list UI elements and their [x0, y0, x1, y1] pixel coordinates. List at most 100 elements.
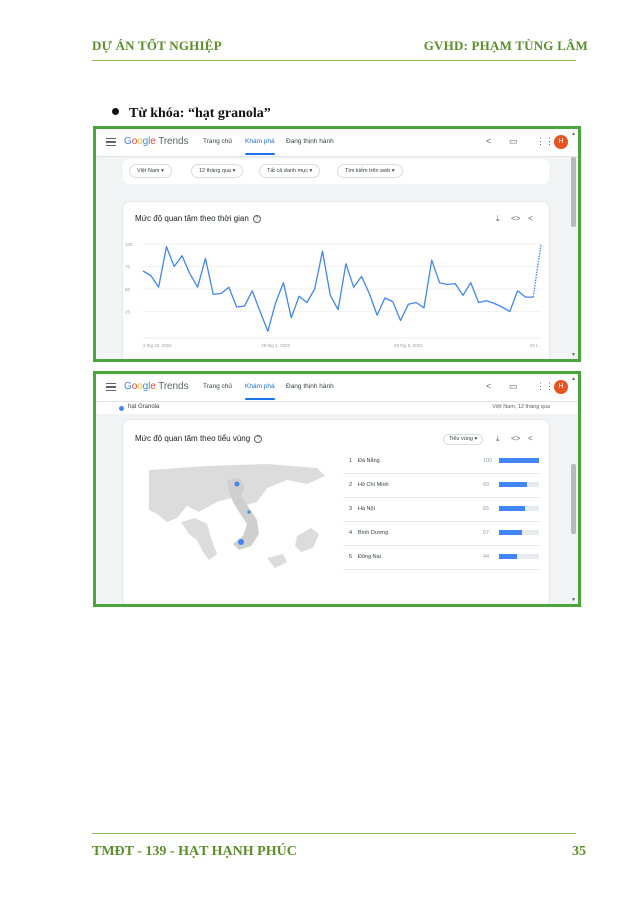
scroll-up-arrow-icon[interactable]: ▲ [571, 131, 576, 137]
caret-down-icon: ▾ [161, 168, 164, 174]
region-rank: 1 [349, 458, 353, 464]
card-title: Mức độ quan tâm theo thời gian? [135, 214, 261, 223]
region-bar [499, 530, 522, 535]
avatar[interactable]: H [554, 135, 568, 149]
search-term[interactable]: hạt Granola [128, 404, 159, 410]
search-term-bar: hạt Granola Việt Nam, 12 tháng qua [96, 402, 578, 414]
region-name: Bình Dương [358, 530, 389, 536]
card-title-text: Mức độ quan tâm theo tiểu vùng [135, 434, 251, 443]
footer-divider [92, 833, 576, 834]
subregion-select-label: Tiểu vùng [449, 436, 473, 442]
search-term-meta: Việt Nam, 12 tháng qua [492, 404, 550, 410]
filter-search-type[interactable]: Tìm kiếm trên web ▾ [337, 164, 403, 178]
help-icon[interactable]: ? [254, 435, 263, 443]
bullet-dot-icon [112, 108, 119, 116]
region-row[interactable]: 4 Bình Dương 57 [343, 522, 539, 546]
card-title: Mức độ quan tâm theo tiểu vùng? [135, 434, 263, 443]
x-tick-label: 24 t... [530, 343, 541, 348]
y-tick-label: 25 [125, 310, 131, 315]
y-tick-label: 50 [125, 287, 131, 292]
region-value: 57 [483, 530, 490, 536]
region-map[interactable] [147, 462, 347, 572]
x-tick-label: 28 thg 5, 2023 [394, 343, 423, 348]
filter-time-label: 12 tháng qua [199, 168, 232, 174]
region-bar-track [499, 506, 539, 511]
scroll-up-arrow-icon[interactable]: ▲ [571, 376, 576, 382]
menu-icon[interactable] [106, 383, 116, 391]
region-row[interactable]: 3 Hà Nội 65 [343, 498, 539, 522]
logo-letter: G [124, 381, 132, 392]
tab-dang-thinh-hanh[interactable]: Đang thịnh hành [286, 138, 334, 145]
avatar[interactable]: H [554, 380, 568, 394]
region-value: 69 [483, 482, 490, 488]
tab-dang-thinh-hanh[interactable]: Đang thịnh hành [286, 383, 334, 390]
tab-trang-chu[interactable]: Trang chủ [203, 383, 232, 390]
interest-by-region-card: Mức độ quan tâm theo tiểu vùng? Tiểu vùn… [123, 420, 549, 604]
region-value: 65 [483, 506, 490, 512]
interest-line-chart: 100 75 50 25 2 thg 10, 2022 29 thg 1, 2023 28 … [125, 242, 542, 348]
share-icon[interactable]: < [486, 381, 491, 391]
interest-over-time-card: Mức độ quan tâm theo thời gian? ⤓ <> < 1… [123, 202, 549, 359]
region-rank: 4 [349, 530, 353, 536]
region-rank: 2 [349, 482, 353, 488]
region-value: 100 [483, 458, 493, 464]
header-divider [92, 60, 576, 61]
logo-word: Trends [158, 381, 189, 392]
filter-bar: Việt Nam ▾ 12 tháng qua ▾ Tất cả danh mụ… [123, 159, 549, 184]
region-rank: 5 [349, 554, 353, 560]
caret-down-icon: ▾ [391, 168, 395, 174]
series-color-dot-icon [119, 406, 124, 411]
apps-grid-icon[interactable]: ⋮⋮ [536, 381, 554, 392]
download-icon[interactable]: ⤓ [496, 214, 500, 224]
region-name: Đà Nẵng [358, 458, 380, 464]
download-icon[interactable]: ⤓ [496, 434, 500, 444]
y-tick-label: 100 [125, 242, 133, 247]
help-icon[interactable]: ? [252, 215, 261, 223]
trends-screenshot-time: Google Trends Trang chủ Khám phá Đang th… [93, 126, 581, 362]
share-icon[interactable]: < [528, 214, 533, 223]
google-trends-logo[interactable]: Google Trends [124, 381, 188, 392]
subregion-select[interactable]: Tiểu vùng ▾ [443, 434, 484, 445]
region-bar [499, 458, 539, 463]
region-name: Đồng Nai [358, 554, 381, 560]
tab-trang-chu[interactable]: Trang chủ [203, 138, 232, 145]
region-bar [499, 482, 527, 487]
embed-icon[interactable]: <> [511, 214, 520, 223]
region-name: Hồ Chí Minh [358, 482, 389, 488]
region-bar-track [499, 554, 539, 559]
feedback-icon[interactable]: ▭ [509, 136, 518, 147]
y-tick-label: 75 [125, 265, 131, 270]
feedback-icon[interactable]: ▭ [509, 381, 518, 392]
filter-category[interactable]: Tất cả danh mục ▾ [259, 164, 321, 178]
region-bar [499, 554, 517, 559]
region-bar [499, 506, 525, 511]
filter-region[interactable]: Việt Nam ▾ [129, 164, 172, 178]
caret-down-icon: ▾ [309, 168, 313, 174]
logo-letter: e [150, 136, 156, 147]
filter-time[interactable]: 12 tháng qua ▾ [191, 164, 244, 178]
page-header-left: DỰ ÁN TỐT NGHIỆP [92, 38, 222, 53]
share-icon[interactable]: < [486, 136, 491, 146]
region-row[interactable]: 5 Đồng Nai 44 [343, 546, 539, 570]
share-icon[interactable]: < [528, 434, 533, 443]
menu-icon[interactable] [106, 138, 116, 146]
filter-search-type-label: Tìm kiếm trên web [345, 168, 391, 174]
google-trends-logo[interactable]: Google Trends [124, 136, 188, 147]
region-row[interactable]: 2 Hồ Chí Minh 69 [343, 474, 539, 498]
trends-topbar: Google Trends Trang chủ Khám phá Đang th… [96, 374, 578, 402]
filter-region-label: Việt Nam [137, 168, 160, 174]
apps-grid-icon[interactable]: ⋮⋮ [536, 136, 554, 147]
x-tick-label: 2 thg 10, 2022 [143, 343, 172, 348]
filter-category-label: Tất cả danh mục [267, 168, 308, 174]
scrollbar[interactable] [571, 157, 576, 227]
tab-kham-pha[interactable]: Khám phá [245, 138, 275, 155]
scrollbar[interactable] [571, 464, 576, 534]
tab-kham-pha[interactable]: Khám phá [245, 383, 275, 400]
embed-icon[interactable]: <> [511, 434, 520, 443]
page-header-right: GVHD: PHẠM TÙNG LÂM [423, 38, 588, 53]
logo-word: Trends [158, 136, 189, 147]
region-row[interactable]: 1 Đà Nẵng 100 [343, 450, 539, 474]
scroll-down-arrow-icon[interactable]: ▼ [571, 352, 576, 358]
map-marker-south [238, 539, 244, 545]
scroll-down-arrow-icon[interactable]: ▼ [571, 597, 576, 603]
